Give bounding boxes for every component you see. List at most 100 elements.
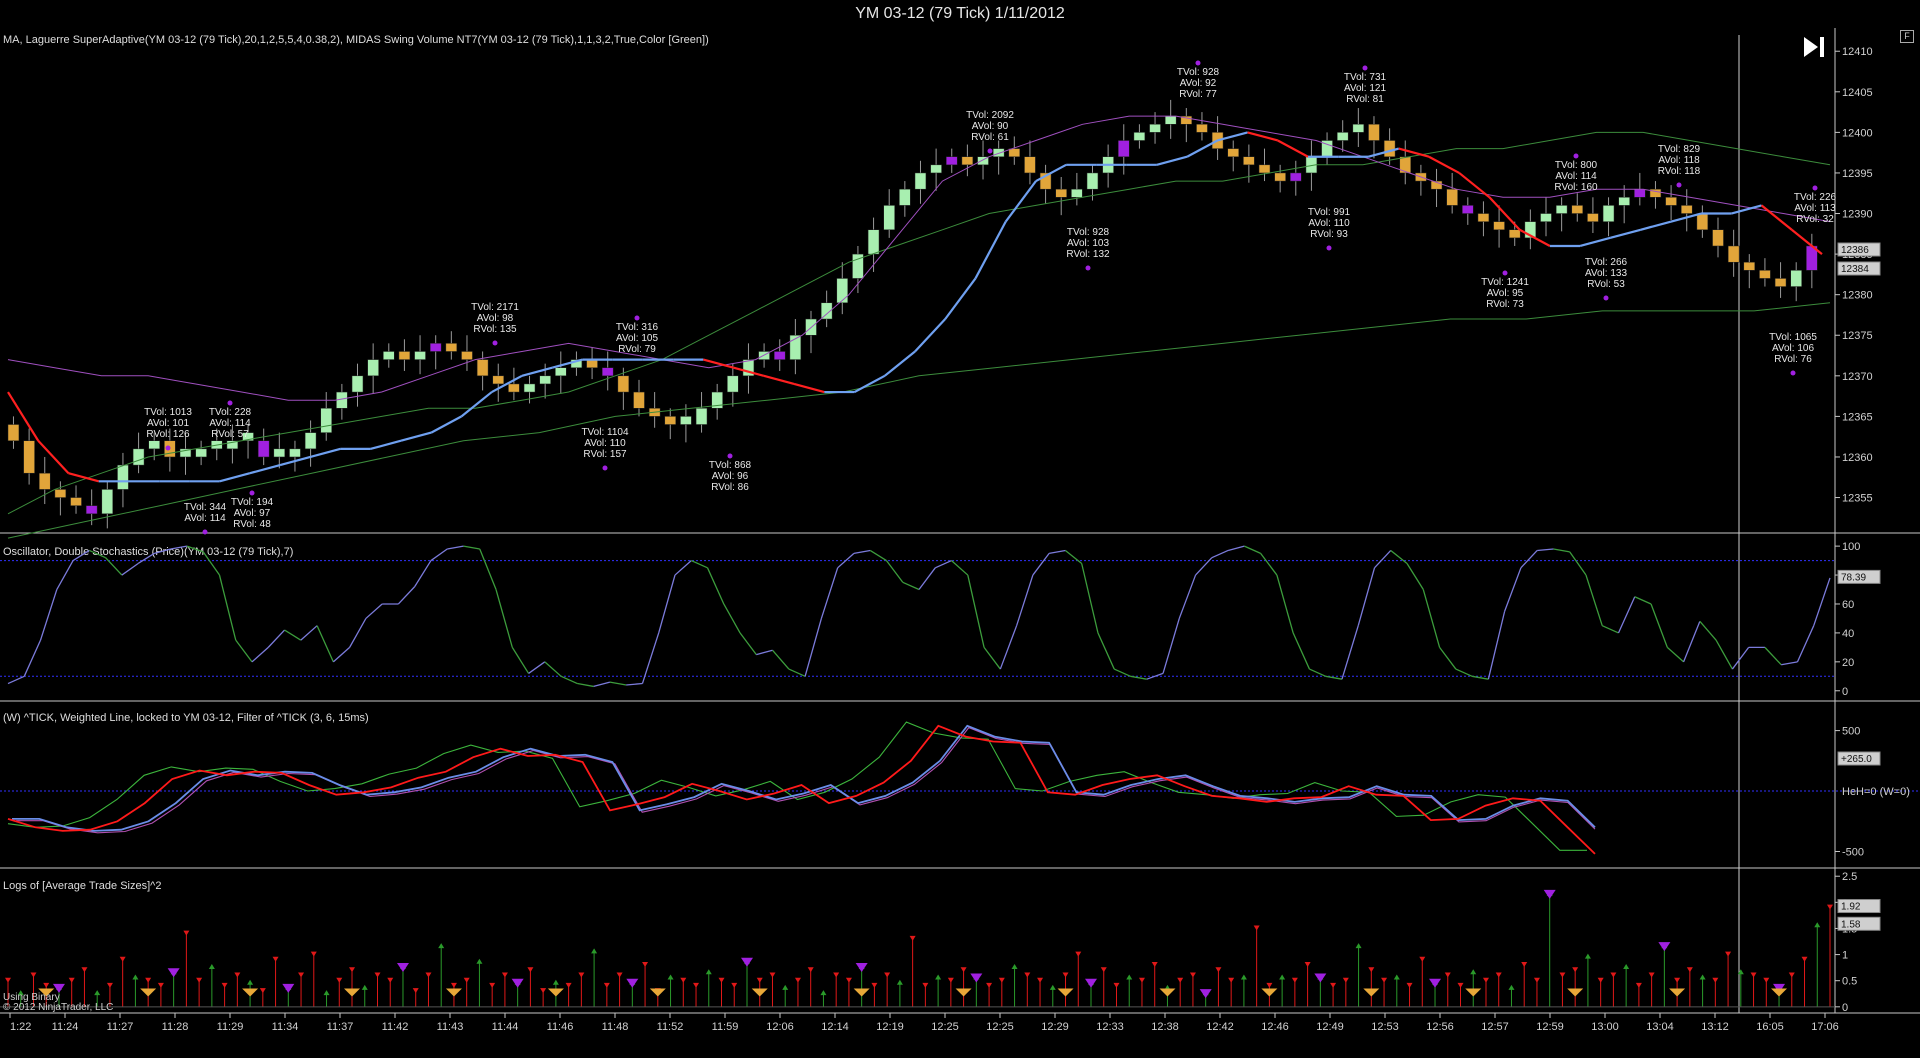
down-arrow-marker (909, 935, 916, 941)
stoch-segment (690, 559, 708, 569)
down-arrow-marker (807, 967, 814, 973)
time-tick-label: 12:46 (1261, 1021, 1289, 1033)
down-arrow-marker (1533, 977, 1540, 983)
up-arrow-marker (1393, 974, 1400, 980)
candle-body (1086, 172, 1099, 190)
candle-body (1759, 270, 1771, 279)
laguerre-segment (914, 318, 947, 353)
purple-signal-marker (396, 963, 409, 973)
price-tick-label: 12375 (1842, 330, 1873, 342)
up-arrow-marker (94, 990, 101, 996)
down-arrow-marker (1304, 962, 1311, 968)
down-arrow-marker (310, 951, 317, 957)
candle-body (1149, 124, 1161, 133)
down-arrow-marker (960, 967, 967, 973)
down-arrow-marker (374, 972, 381, 978)
candle-body (695, 408, 708, 425)
stoch-segment (1015, 574, 1034, 626)
purple-signal-marker (970, 973, 983, 983)
ats-value-badge: 1.58 (1841, 919, 1861, 930)
purple-signal-marker (167, 968, 180, 978)
swing-volume-label: RVol: 76 (1774, 354, 1812, 365)
stoch-segment (1292, 632, 1311, 670)
up-arrow-marker (1240, 974, 1247, 980)
down-arrow-marker (1330, 982, 1337, 988)
down-arrow-marker (157, 982, 164, 988)
laguerre-segment (1156, 155, 1188, 166)
up-arrow-marker (247, 979, 254, 985)
time-tick-label: 12:57 (1481, 1021, 1509, 1033)
time-tick-label: 12:38 (1151, 1021, 1179, 1033)
swing-volume-label: AVol: 98 (477, 313, 514, 324)
laguerre-segment (974, 221, 1007, 279)
swing-volume-label: RVol: 118 (1658, 166, 1701, 177)
stoch-segment (1113, 668, 1131, 677)
time-tick-label: 11:44 (492, 1021, 519, 1033)
down-arrow-marker (922, 982, 929, 988)
down-arrow-marker (234, 972, 241, 978)
stoch-segment (723, 603, 741, 634)
candle-body (1587, 213, 1599, 222)
stoch-segment (1276, 574, 1294, 634)
candle-body (492, 375, 504, 385)
stoch-tick-label: 100 (1842, 541, 1860, 553)
orange-signal-marker (853, 988, 870, 997)
candle-body (883, 205, 895, 231)
tick-blue-line (12, 724, 1596, 832)
orange-signal-marker (1159, 988, 1176, 997)
price-tick-label: 12380 (1842, 290, 1873, 302)
swing-volume-label: AVol: 92 (1180, 78, 1217, 89)
ats-tick-label: 0 (1842, 1002, 1848, 1014)
tick-overlay-label: HeH=0 (W=0) (1842, 786, 1910, 798)
laguerre-segment (521, 366, 553, 377)
time-tick-label: 11:42 (382, 1021, 409, 1033)
ats-tick-label: 0.5 (1842, 976, 1857, 988)
down-arrow-marker (1597, 977, 1604, 983)
stoch-segment (1601, 625, 1619, 634)
down-arrow-marker (1686, 967, 1693, 973)
down-arrow-marker (196, 977, 203, 983)
stoch-segment (1244, 545, 1261, 554)
stoch-segment (609, 681, 627, 686)
laguerre-segment (1579, 236, 1611, 248)
candle-body (1446, 188, 1458, 206)
stoch-segment (1162, 618, 1180, 674)
stoch-segment (1650, 603, 1668, 648)
price-panel: 1235512360123651237012375123801238512390… (7, 46, 1881, 539)
swing-volume-label: AVol: 133 (1585, 268, 1628, 279)
candle-body (132, 448, 145, 466)
stoch-segment (772, 649, 790, 670)
swing-volume-label: RVol: 157 (583, 449, 627, 460)
down-arrow-marker (298, 972, 305, 978)
footer-copyright: © 2012 NinjaTrader, LLC (3, 1002, 113, 1013)
time-tick-label: 12:49 (1316, 1021, 1344, 1033)
candle-body (39, 472, 51, 490)
swing-point-marker (165, 445, 171, 451)
chart-canvas: MA, Laguerre SuperAdaptive(YM 03-12 (79 … (0, 28, 1920, 1033)
swing-volume-label: RVol: 93 (1310, 229, 1348, 240)
candle-body (289, 448, 301, 458)
stoch-segment (430, 548, 448, 562)
laguerre-segment (1670, 212, 1702, 223)
stoch-segment (739, 632, 757, 655)
candle-body (899, 188, 911, 206)
time-tick-label: 11:29 (217, 1021, 244, 1033)
time-tick-label: 11:59 (712, 1021, 739, 1033)
trade-size-panel-title: Logs of [Average Trade Sizes]^2 (3, 880, 161, 892)
candle-body (1665, 197, 1677, 206)
stoch-segment (284, 629, 302, 641)
purple-signal-marker (1658, 942, 1671, 952)
swing-point-marker (1812, 185, 1818, 191)
candle-body (54, 489, 67, 498)
down-arrow-marker (1610, 972, 1617, 978)
candle-body (7, 424, 20, 441)
down-arrow-marker (833, 972, 840, 978)
swing-volume-label: RVol: 126 (146, 429, 190, 440)
scroll-to-end-icon[interactable] (1804, 37, 1824, 57)
up-arrow-marker (705, 969, 712, 975)
orange-signal-marker (1363, 988, 1380, 997)
candle-body (1727, 245, 1740, 263)
up-arrow-marker (552, 979, 559, 985)
candle-body (1383, 140, 1396, 157)
swing-volume-label: AVol: 114 (184, 513, 226, 524)
